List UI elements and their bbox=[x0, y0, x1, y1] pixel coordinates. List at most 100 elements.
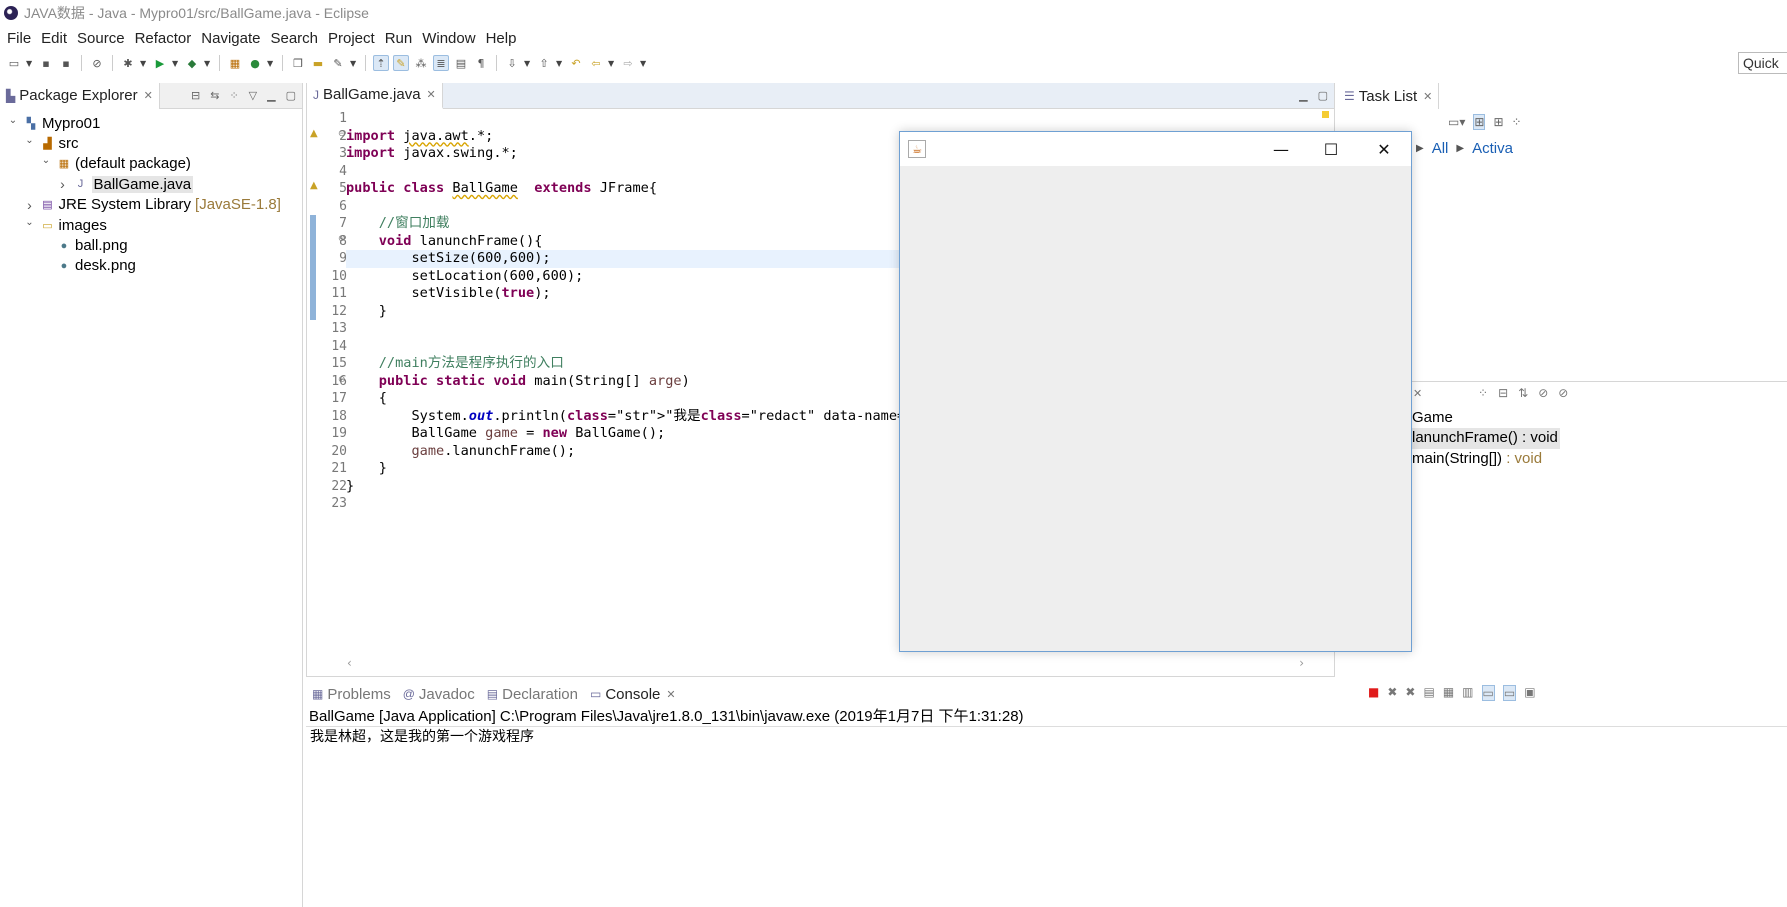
console-output[interactable]: 我是林超，这是我的第一个游戏程序 bbox=[306, 727, 1787, 747]
tab-problems[interactable]: ▦ Problems bbox=[306, 681, 397, 707]
word-wrap-icon[interactable]: ≣ bbox=[433, 55, 449, 71]
filter-activate-link[interactable]: Activa bbox=[1472, 140, 1513, 157]
save-icon[interactable]: ▪ bbox=[38, 55, 54, 71]
show-console-error-icon[interactable]: ▭ bbox=[1502, 685, 1517, 701]
maximize-icon[interactable]: ▢ bbox=[286, 89, 296, 102]
menu-run[interactable]: Run bbox=[382, 30, 420, 47]
new-class-icon[interactable]: ● bbox=[247, 55, 263, 71]
back-icon[interactable]: ⇦ bbox=[588, 55, 604, 71]
mark-occurrences-icon[interactable]: ✎ bbox=[393, 55, 409, 71]
search-tool-icon[interactable]: ✎ bbox=[330, 55, 346, 71]
hide-completed-icon[interactable]: ⁘ bbox=[1512, 115, 1522, 129]
previous-annotation-icon[interactable]: ⇧ bbox=[536, 55, 552, 71]
scroll-right-icon[interactable]: › bbox=[1299, 656, 1304, 670]
horizontal-scrollbar[interactable]: ‹ › bbox=[347, 656, 1304, 672]
menu-source[interactable]: Source bbox=[74, 30, 132, 47]
close-icon[interactable]: ✕ bbox=[144, 89, 153, 102]
chevron-down-icon[interactable]: ⌄ bbox=[23, 135, 37, 146]
tab-declaration[interactable]: ▤ Declaration bbox=[480, 681, 584, 707]
focus-icon[interactable]: ⁘ bbox=[229, 89, 238, 102]
tree-item[interactable]: ⌄ ▦ (default package) bbox=[0, 154, 302, 174]
debug-dropdown-icon[interactable]: ▼ bbox=[140, 59, 148, 68]
filter-all-link[interactable]: All bbox=[1432, 140, 1449, 157]
forward-icon[interactable]: ⇨ bbox=[620, 55, 636, 71]
tree-item[interactable]: ● desk.png bbox=[0, 256, 302, 276]
view-menu-icon[interactable]: ▽ bbox=[249, 89, 257, 102]
open-folder-icon[interactable]: ▬ bbox=[310, 55, 326, 71]
new-task-icon[interactable]: ▭▾ bbox=[1448, 115, 1465, 129]
forward-dropdown-icon[interactable]: ▼ bbox=[640, 59, 648, 68]
maximize-window-button[interactable]: ☐ bbox=[1306, 132, 1356, 166]
quick-access-input[interactable]: Quick bbox=[1738, 52, 1787, 74]
menu-file[interactable]: File bbox=[4, 30, 38, 47]
hide-fields-icon[interactable]: ⊘ bbox=[1538, 386, 1548, 400]
close-window-button[interactable]: ✕ bbox=[1359, 132, 1409, 166]
maximize-icon[interactable]: ▢ bbox=[1318, 89, 1328, 102]
scheduled-icon[interactable]: ⊞ bbox=[1493, 115, 1503, 129]
close-icon[interactable]: ✕ bbox=[1423, 90, 1432, 103]
search-dropdown-icon[interactable]: ▼ bbox=[350, 59, 358, 68]
hide-static-icon[interactable]: ⊘ bbox=[1558, 386, 1568, 400]
menu-refactor[interactable]: Refactor bbox=[132, 30, 199, 47]
minimize-window-button[interactable]: — bbox=[1256, 132, 1306, 166]
show-whitespace-icon[interactable]: ▤ bbox=[453, 55, 469, 71]
open-type-icon[interactable]: ❒ bbox=[290, 55, 306, 71]
minimize-icon[interactable]: ▁ bbox=[267, 89, 275, 102]
chevron-right-icon[interactable]: › bbox=[23, 197, 37, 213]
skip-breakpoints-icon[interactable]: ⊘ bbox=[89, 55, 105, 71]
previous-annotation-dropdown-icon[interactable]: ▼ bbox=[556, 59, 564, 68]
remove-all-icon[interactable]: ✖ bbox=[1405, 685, 1415, 701]
code-line[interactable] bbox=[346, 110, 1334, 128]
close-icon[interactable]: ✕ bbox=[666, 688, 675, 701]
outline-item[interactable]: main(String[]) : void bbox=[1412, 449, 1787, 469]
terminate-icon[interactable]: ■ bbox=[1368, 685, 1379, 701]
collapse-all-icon[interactable]: ⊟ bbox=[1498, 386, 1508, 400]
chevron-down-icon[interactable]: ⌄ bbox=[23, 217, 37, 228]
chevron-down-icon[interactable]: ⌄ bbox=[6, 115, 20, 126]
menu-navigate[interactable]: Navigate bbox=[198, 30, 267, 47]
new-java-project-icon[interactable]: ▦ bbox=[227, 55, 243, 71]
new-icon[interactable]: ▭ bbox=[6, 55, 22, 71]
java-frame-window[interactable]: ☕ — ☐ ✕ bbox=[899, 131, 1412, 652]
outline-item[interactable]: lanunchFrame() : void bbox=[1412, 428, 1787, 449]
chevron-right-icon[interactable]: › bbox=[56, 176, 70, 192]
collapse-all-icon[interactable]: ⊟ bbox=[191, 89, 200, 102]
close-icon[interactable]: ✕ bbox=[1413, 387, 1422, 400]
menu-help[interactable]: Help bbox=[483, 30, 524, 47]
menu-project[interactable]: Project bbox=[325, 30, 382, 47]
open-console-icon[interactable]: ▣ bbox=[1524, 685, 1535, 701]
menu-search[interactable]: Search bbox=[267, 30, 325, 47]
debug-icon[interactable]: ✱ bbox=[120, 55, 136, 71]
java-frame-titlebar[interactable]: ☕ — ☐ ✕ bbox=[900, 132, 1411, 166]
run-dropdown-icon[interactable]: ▼ bbox=[172, 59, 180, 68]
block-selection-icon[interactable]: ⁂ bbox=[413, 55, 429, 71]
new-class-dropdown-icon[interactable]: ▼ bbox=[267, 59, 275, 68]
chevron-down-icon[interactable]: ⌄ bbox=[39, 155, 53, 166]
clear-console-icon[interactable]: ▤ bbox=[1423, 685, 1434, 701]
back-dropdown-icon[interactable]: ▼ bbox=[608, 59, 616, 68]
focus-icon[interactable]: ⁘ bbox=[1478, 386, 1488, 400]
tree-item[interactable]: ● ball.png bbox=[0, 235, 302, 255]
word-wrap-icon[interactable]: ▥ bbox=[1462, 685, 1473, 701]
link-with-editor-icon[interactable]: ⇆ bbox=[210, 89, 219, 102]
toggle-breadcrumb-icon[interactable]: ⇡ bbox=[373, 55, 389, 71]
scroll-left-icon[interactable]: ‹ bbox=[347, 656, 352, 670]
close-icon[interactable]: ✕ bbox=[427, 88, 436, 101]
tab-task-list[interactable]: ☰ Task List ✕ bbox=[1338, 83, 1440, 109]
menu-edit[interactable]: Edit bbox=[38, 30, 74, 47]
tree-item[interactable]: ⌄ ▟ src bbox=[0, 133, 302, 153]
tree-item[interactable]: › ▤ JRE System Library [JavaSE-1.8] bbox=[0, 195, 302, 215]
external-tools-icon[interactable]: ◆ bbox=[184, 55, 200, 71]
new-dropdown-icon[interactable]: ▼ bbox=[26, 59, 34, 68]
next-annotation-dropdown-icon[interactable]: ▼ bbox=[524, 59, 532, 68]
tree-item[interactable]: ⌄ ▭ images bbox=[0, 215, 302, 235]
tab-ballgame-java[interactable]: J BallGame.java ✕ bbox=[307, 82, 443, 109]
menu-window[interactable]: Window bbox=[419, 30, 482, 47]
tab-package-explorer[interactable]: ▙ Package Explorer ✕ bbox=[0, 82, 160, 109]
show-paragraph-icon[interactable]: ¶ bbox=[473, 55, 489, 71]
warning-marker[interactable] bbox=[1322, 111, 1329, 118]
tree-item[interactable]: › J BallGame.java bbox=[0, 174, 302, 194]
external-tools-dropdown-icon[interactable]: ▼ bbox=[204, 59, 212, 68]
next-annotation-icon[interactable]: ⇩ bbox=[504, 55, 520, 71]
minimize-icon[interactable]: ▁ bbox=[1299, 89, 1307, 102]
